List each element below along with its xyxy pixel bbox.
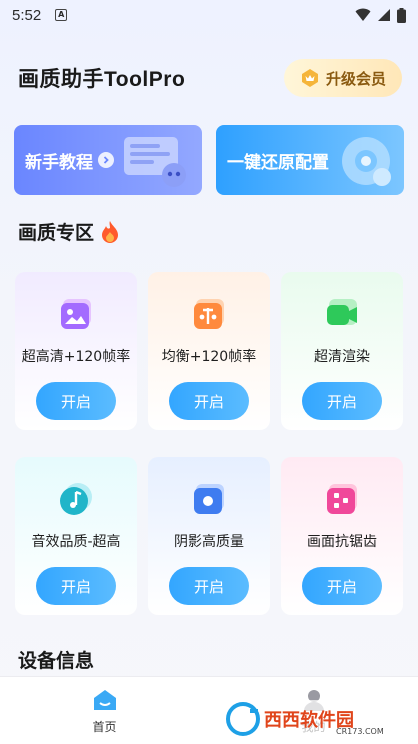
card-hd-render: 超清渲染 开启	[281, 272, 403, 430]
enable-button[interactable]: 开启	[302, 382, 382, 420]
header: 画质助手ToolPro 升级会员	[18, 58, 402, 98]
quality-section-title: 画质专区	[18, 218, 120, 245]
card-ultra-hd: 超高清+120帧率 开启	[15, 272, 137, 430]
tutorial-banner[interactable]: 新手教程	[14, 125, 202, 195]
signal-icon	[378, 9, 390, 21]
watermark-url: CR173.COM	[336, 727, 384, 736]
card-shadow-quality: 阴影高质量 开启	[148, 457, 270, 615]
shadow-icon	[194, 484, 224, 514]
app-title: 画质助手ToolPro	[18, 68, 186, 91]
quality-section-label: 画质专区	[18, 222, 95, 244]
enable-button[interactable]: 开启	[36, 382, 116, 420]
tutorial-illustration-icon	[124, 137, 186, 187]
restore-config-label: 一键还原配置	[227, 152, 329, 173]
enable-button[interactable]: 开启	[169, 567, 249, 605]
card-label: 画面抗锯齿	[307, 534, 377, 550]
balance-icon	[194, 299, 224, 329]
card-label: 均衡+120帧率	[161, 349, 257, 365]
card-label: 阴影高质量	[174, 534, 244, 550]
crown-badge-icon	[301, 69, 318, 87]
image-icon	[61, 299, 91, 329]
status-bar: 5:52 A	[0, 0, 418, 30]
music-note-icon	[60, 483, 92, 515]
home-icon	[93, 690, 116, 710]
card-anti-aliasing: 画面抗锯齿 开启	[281, 457, 403, 615]
enable-button[interactable]: 开启	[36, 567, 116, 605]
tutorial-banner-label: 新手教程	[14, 148, 114, 173]
site-watermark-logo: 西西软件园 CR173.COM	[224, 700, 412, 738]
status-indicators	[355, 7, 406, 23]
card-label: 超高清+120帧率	[21, 349, 131, 365]
nav-item-home[interactable]: 首页	[0, 677, 209, 744]
card-label: 超清渲染	[314, 349, 370, 365]
card-label: 音效品质-超高	[31, 534, 121, 550]
restore-config-banner[interactable]: 一键还原配置	[216, 125, 404, 195]
gear-illustration-icon	[342, 137, 391, 186]
video-icon	[327, 299, 357, 325]
fire-icon	[102, 220, 119, 243]
enable-button[interactable]: 开启	[169, 382, 249, 420]
device-section-label: 设备信息	[18, 650, 95, 672]
nav-home-label: 首页	[92, 720, 117, 734]
enable-button[interactable]: 开启	[302, 567, 382, 605]
device-section-title: 设备信息	[18, 646, 94, 673]
card-balanced: 均衡+120帧率 开启	[148, 272, 270, 430]
chevron-right-icon	[98, 152, 114, 168]
upgrade-vip-label: 升级会员	[325, 69, 386, 88]
status-time: 5:52	[12, 6, 42, 24]
pixel-grid-icon	[327, 484, 357, 514]
card-audio-quality: 音效品质-超高 开启	[15, 457, 137, 615]
notification-badge-icon: A	[55, 9, 68, 21]
upgrade-vip-button[interactable]: 升级会员	[284, 59, 402, 97]
tutorial-label-text: 新手教程	[25, 152, 93, 173]
wifi-icon	[355, 8, 371, 21]
battery-icon	[397, 7, 406, 23]
